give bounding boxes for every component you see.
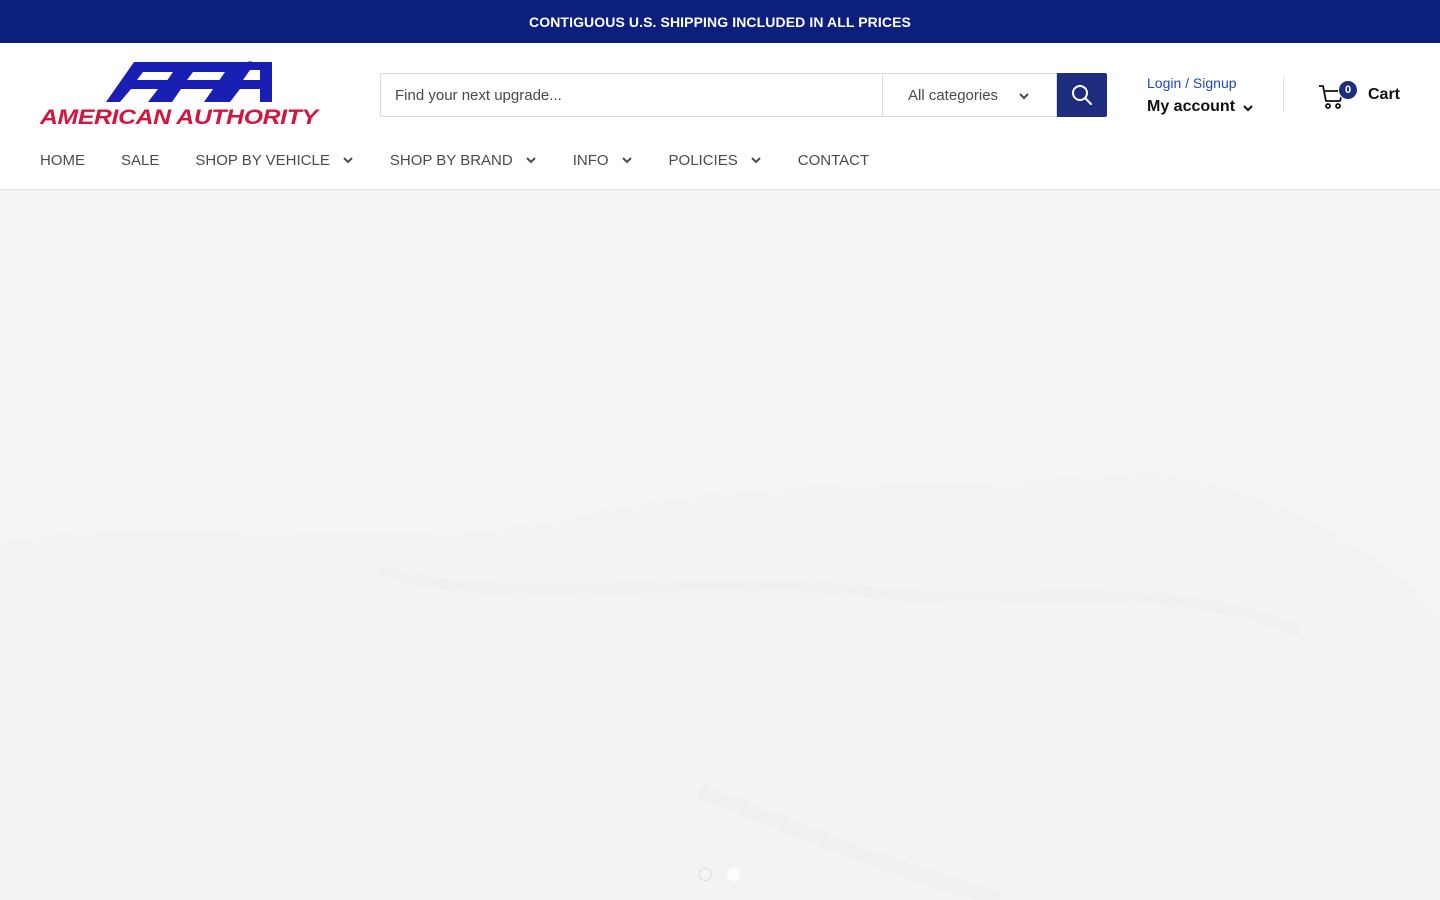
cart-label: Cart — [1367, 86, 1400, 103]
cart-icon-wrapper: 0 — [1318, 80, 1358, 109]
cart-count-badge: 0 — [1338, 80, 1358, 100]
nav-item-label: SHOP BY BRAND — [389, 151, 513, 169]
chevron-down-icon — [343, 157, 353, 164]
search-form: All categories — [380, 73, 1107, 117]
nav-item-shop-by-brand[interactable]: SHOP BY BRAND — [390, 150, 537, 170]
announcement-text: CONTIGUOUS U.S. SHIPPING INCLUDED IN ALL… — [529, 13, 911, 30]
my-account-label: My account — [1147, 98, 1236, 115]
cart-button[interactable]: 0 Cart — [1318, 78, 1400, 112]
nav-item-label: POLICIES — [668, 151, 738, 169]
logo-wordmark: AMERICAN AUTHORITY — [40, 106, 318, 129]
site-logo[interactable]: ® AMERICAN AUTHORITY — [40, 60, 340, 128]
main-nav: HOME SALE SHOP BY VEHICLE SHOP BY BRAND … — [40, 150, 905, 170]
registered-mark: ® — [246, 60, 255, 72]
chevron-down-icon — [621, 157, 632, 164]
search-button[interactable] — [1057, 73, 1107, 117]
nav-item-home[interactable]: HOME — [40, 150, 85, 170]
category-select[interactable]: All categories — [882, 73, 1057, 117]
category-select-value: All categories — [908, 86, 999, 104]
chevron-down-icon — [1019, 93, 1029, 100]
slide-dot-2[interactable] — [727, 868, 740, 881]
nav-item-label: SALE — [121, 151, 160, 169]
nav-item-policies[interactable]: POLICIES — [669, 150, 762, 170]
hero-placeholder-image — [0, 471, 1440, 900]
chevron-down-icon — [1243, 105, 1253, 112]
nav-item-contact[interactable]: CONTACT — [798, 150, 869, 170]
chevron-down-icon — [525, 157, 536, 164]
announcement-bar: CONTIGUOUS U.S. SHIPPING INCLUDED IN ALL… — [0, 0, 1440, 43]
nav-item-shop-by-vehicle[interactable]: SHOP BY VEHICLE — [195, 150, 354, 170]
nav-item-label: CONTACT — [797, 151, 870, 169]
nav-item-sale[interactable]: SALE — [121, 150, 159, 170]
nav-item-label: SHOP BY VEHICLE — [195, 151, 330, 169]
search-icon — [1072, 85, 1092, 105]
chevron-down-icon — [751, 157, 761, 164]
nav-item-label: HOME — [40, 151, 85, 169]
login-signup-link[interactable]: Login / Signup — [1147, 74, 1254, 92]
logo-monogram — [106, 62, 272, 102]
search-input[interactable] — [380, 73, 882, 117]
site-header: ® AMERICAN AUTHORITY All categories Logi… — [0, 43, 1440, 190]
slideshow-dots — [699, 868, 755, 881]
account-menu: Login / Signup My account — [1147, 73, 1254, 117]
header-divider — [1283, 77, 1284, 112]
slide-dot-1[interactable] — [699, 868, 712, 881]
nav-item-label: INFO — [572, 151, 609, 169]
my-account-button[interactable]: My account — [1147, 97, 1254, 117]
hero-slideshow — [0, 191, 1440, 900]
nav-item-info[interactable]: INFO — [573, 150, 633, 170]
